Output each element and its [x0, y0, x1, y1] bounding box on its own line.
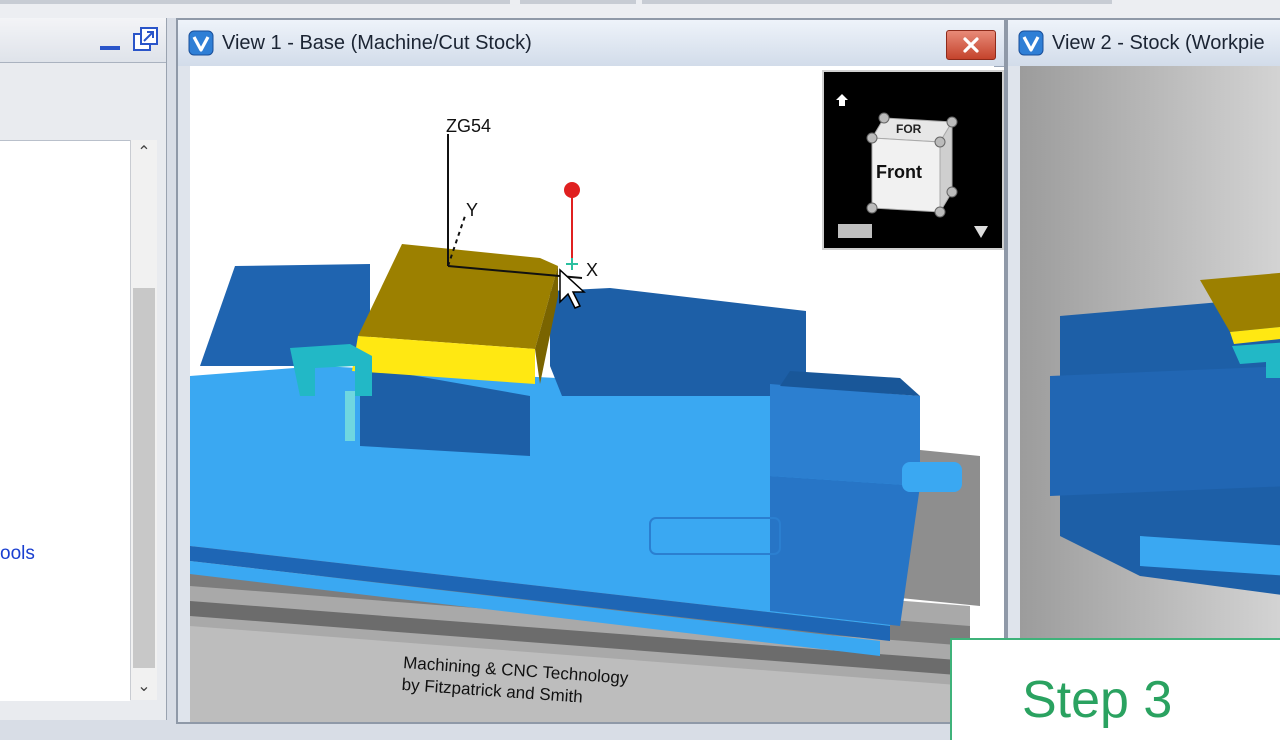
view1-window[interactable]: View 1 - Base (Machine/Cut Stock) ZG54 Y… [176, 18, 1006, 724]
step-badge: Step 3 [950, 638, 1280, 740]
cube-corner[interactable] [866, 202, 878, 214]
top-segment [642, 0, 1112, 4]
view2-left-border [1008, 66, 1020, 722]
cube-corner[interactable] [866, 132, 878, 144]
view2-titlebar[interactable]: View 2 - Stock (Workpie [1008, 20, 1280, 67]
project-tree[interactable]: ools [0, 140, 130, 701]
view-cube[interactable]: FOR Front [822, 70, 1004, 250]
home-icon[interactable] [836, 94, 848, 106]
vise-movable-jaw [550, 288, 806, 396]
cube-top-label: FOR [896, 122, 922, 136]
tree-scrollbar[interactable]: ⌃ ⌄ [130, 140, 157, 700]
vise-jaw-face [770, 384, 920, 486]
top-segment [0, 0, 510, 4]
minimize-icon[interactable] [100, 46, 120, 50]
scrollbar-thumb[interactable] [133, 288, 155, 668]
cube-slider[interactable] [838, 224, 872, 238]
view2-viewport[interactable] [1020, 66, 1280, 722]
close-button[interactable] [946, 30, 996, 60]
stock-top [358, 244, 558, 349]
axis-x-label: X [586, 260, 598, 280]
tree-item-tools[interactable]: ools [0, 543, 35, 565]
top-segment [520, 0, 636, 4]
cube-front-label[interactable]: Front [876, 162, 922, 183]
dropdown-arrow-icon[interactable] [974, 226, 988, 238]
restore-icon[interactable] [132, 26, 160, 54]
scroll-up-icon[interactable]: ⌃ [131, 140, 157, 166]
scroll-down-icon[interactable]: ⌄ [131, 674, 157, 700]
cube-corner[interactable] [878, 112, 890, 124]
left-panel-titlebar [0, 18, 166, 63]
vise-jaw [1050, 366, 1280, 496]
tool-origin [566, 258, 578, 270]
cube-corner[interactable] [934, 136, 946, 148]
cube-corner[interactable] [946, 116, 958, 128]
view1-left-border [178, 66, 190, 722]
cube-corner[interactable] [946, 186, 958, 198]
vericut-logo-icon [188, 30, 214, 56]
close-icon [963, 37, 979, 53]
csys-label: ZG54 [446, 116, 491, 136]
cube-corner[interactable] [934, 206, 946, 218]
stock-scene[interactable] [1020, 66, 1280, 722]
vise-screw [902, 462, 962, 492]
view-cube-graphic[interactable] [824, 72, 1002, 248]
axis-y-label: Y [466, 200, 478, 220]
view2-window[interactable]: View 2 - Stock (Workpie [1006, 18, 1280, 724]
left-panel: ools ⌃ ⌄ [0, 18, 167, 720]
view1-title: View 1 - Base (Machine/Cut Stock) [222, 32, 532, 54]
top-strip [0, 0, 1280, 18]
view1-titlebar[interactable]: View 1 - Base (Machine/Cut Stock) [178, 20, 1004, 67]
step-label: Step 3 [1022, 671, 1173, 729]
vericut-logo-icon [1018, 30, 1044, 56]
tool-marker [564, 182, 580, 198]
clamp-post [345, 391, 355, 441]
vise-end [770, 476, 920, 626]
view1-viewport[interactable]: ZG54 Y X Machining & CNC Technology by F… [190, 66, 1004, 722]
view2-title: View 2 - Stock (Workpie [1052, 32, 1265, 54]
